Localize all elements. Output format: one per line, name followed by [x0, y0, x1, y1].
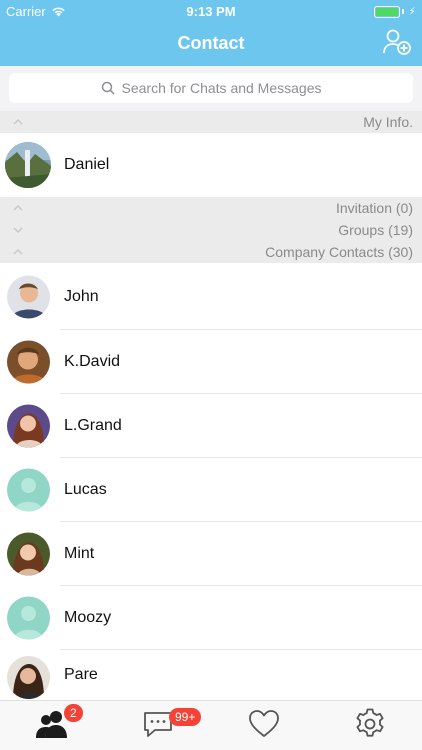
contacts-badge: 2: [64, 704, 83, 722]
contact-row-lucas[interactable]: Lucas: [0, 458, 422, 522]
chevron-up-icon: [13, 249, 23, 255]
tab-favorites[interactable]: [246, 706, 286, 744]
avatar: [7, 275, 50, 319]
section-label: Groups (19): [338, 222, 413, 238]
contact-row-moozy[interactable]: Moozy: [0, 586, 422, 650]
search-placeholder: Search for Chats and Messages: [121, 80, 322, 96]
contact-name: Moozy: [64, 609, 112, 626]
heart-icon: [249, 710, 279, 737]
chevron-up-icon: [13, 205, 23, 211]
search-bar: Search for Chats and Messages: [0, 66, 422, 111]
avatar: [7, 532, 50, 576]
avatar: [7, 656, 50, 699]
contact-name: Mint: [64, 545, 95, 562]
contact-name: Lucas: [64, 481, 107, 498]
section-label: My Info.: [363, 114, 413, 130]
contact-name: L.Grand: [64, 417, 122, 434]
section-label: Invitation (0): [335, 200, 413, 216]
contact-name: John: [64, 288, 99, 305]
messages-badge: 99+: [169, 708, 202, 726]
section-invitation[interactable]: Invitation (0): [0, 197, 422, 219]
add-contact-icon[interactable]: [382, 28, 412, 56]
battery-icon: [374, 5, 401, 18]
page-title: Contact: [177, 33, 245, 53]
tab-settings[interactable]: [352, 706, 392, 744]
section-company-contacts[interactable]: Company Contacts (30): [0, 241, 422, 263]
section-my-info[interactable]: My Info.: [0, 111, 422, 133]
search-input[interactable]: Search for Chats and Messages: [9, 73, 413, 103]
avatar: [5, 142, 51, 188]
status-bar: Carrier 9:13 PM ⚡: [0, 0, 422, 22]
default-avatar-icon: [7, 596, 50, 640]
gear-icon: [356, 708, 384, 737]
contact-name: K.David: [64, 353, 121, 370]
my-profile-row[interactable]: Daniel: [0, 133, 422, 197]
contact-name: Pare: [64, 666, 98, 683]
tab-bar: 2 99+: [0, 700, 422, 750]
contact-row-pare[interactable]: Pare: [0, 650, 422, 700]
chevron-up-icon: [13, 119, 23, 125]
default-avatar-icon: [7, 468, 50, 512]
status-right: ⚡: [374, 5, 416, 18]
contact-row-mint[interactable]: Mint: [0, 522, 422, 586]
search-icon: [101, 81, 115, 95]
tab-messages[interactable]: 99+: [141, 706, 202, 744]
section-label: Company Contacts (30): [265, 244, 413, 260]
avatar: [7, 340, 50, 384]
chevron-down-icon: [13, 227, 23, 233]
contact-name: Daniel: [64, 156, 110, 173]
contact-row-kdavid[interactable]: K.David: [0, 330, 422, 394]
contact-row-lgrand[interactable]: L.Grand: [0, 394, 422, 458]
tab-contacts[interactable]: 2: [34, 704, 83, 744]
contact-row-john[interactable]: John: [0, 265, 422, 329]
battery-tip: [402, 9, 405, 14]
section-groups[interactable]: Groups (19): [0, 219, 422, 241]
charging-icon: ⚡: [408, 6, 416, 18]
avatar: [7, 404, 50, 448]
clock: 9:13 PM: [186, 4, 236, 19]
app-header: Carrier 9:13 PM ⚡ Contact: [0, 0, 422, 66]
